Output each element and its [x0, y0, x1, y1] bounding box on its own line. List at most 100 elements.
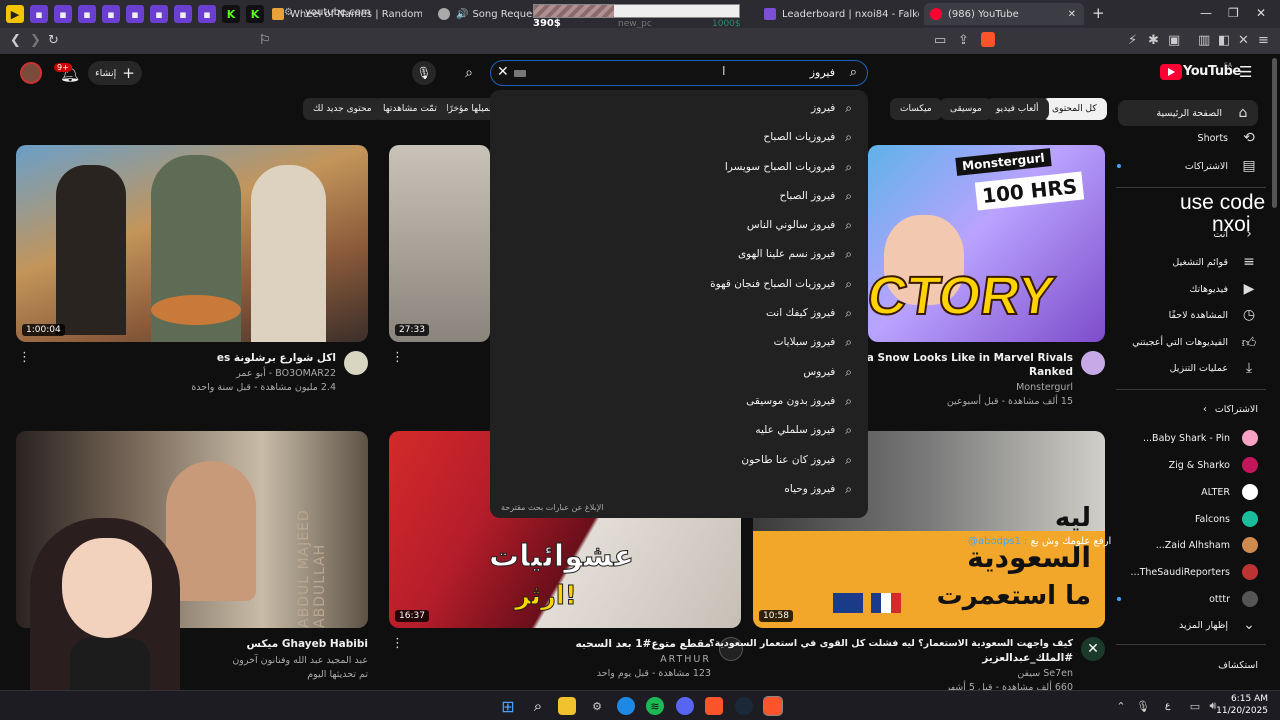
channel-avatar[interactable]	[344, 351, 368, 375]
keyboard-icon[interactable]	[514, 70, 526, 77]
video-title[interactable]: مقطع متوع#1 بعد السحبه	[576, 638, 711, 650]
spotify-icon[interactable]: ≋	[646, 697, 664, 715]
wallet-icon[interactable]: ▣	[1168, 33, 1180, 48]
video-channel[interactable]: عبد المجيد عبد الله وفنانون آخرون	[232, 655, 368, 666]
cast-icon[interactable]: ▭	[934, 33, 946, 48]
search-icon[interactable]: ⌕	[529, 697, 547, 715]
more-options-icon[interactable]: ⋮	[18, 350, 31, 365]
sidebar-item-watch-later[interactable]: ◷ المشاهدة لاحقًا	[1169, 307, 1258, 323]
suggestion-item[interactable]: ⌕ فيروز سلملي عليه	[755, 420, 852, 440]
video-thumbnail[interactable]: Monstergurl 100 HRS CTORY	[868, 145, 1105, 342]
sidebar-channel[interactable]: ALTER ((●))	[1085, 484, 1258, 500]
sidebar-toggle-icon[interactable]: ▥	[1198, 33, 1210, 48]
sidebar-item-your-videos[interactable]: ▶ فيديوهاتك	[1189, 281, 1258, 297]
chip-new-to-you[interactable]: محتوى جديد لك	[303, 98, 382, 120]
clear-search-icon[interactable]: ✕	[497, 64, 509, 80]
video-channel[interactable]: Se7en سيفن	[1017, 668, 1073, 679]
suggestion-item[interactable]: ⌕ فيروزيات الصباح	[763, 127, 852, 147]
pinned-tab-icon[interactable]: ▪	[54, 5, 72, 23]
menu-icon[interactable]: ≡	[1258, 33, 1269, 48]
video-thumbnail[interactable]: 1:00:04	[16, 145, 368, 342]
chip-gaming[interactable]: ألعاب فيديو	[986, 98, 1049, 120]
pinned-tab-icon[interactable]: ▪	[174, 5, 192, 23]
sidebar-subscriptions-heading[interactable]: الاشتراكات ›	[1203, 404, 1258, 415]
video-thumbnail[interactable]: 27:33	[389, 145, 490, 342]
chip-mixes[interactable]: ميكسات	[890, 98, 942, 120]
sidebar-show-more[interactable]: ⌄ إظهار المزيد	[1179, 617, 1258, 633]
minimize-button[interactable]: —	[1200, 6, 1212, 20]
network-icon[interactable]: ▭	[1186, 697, 1204, 715]
report-suggestions-link[interactable]: الإبلاغ عن عبارات بحث مقترحة	[501, 503, 603, 512]
suggestion-item[interactable]: ⌕ فيروز سالوني الناس	[747, 215, 852, 235]
video-channel[interactable]: ARTHUR	[660, 654, 711, 665]
close-window-button[interactable]: ✕	[1256, 6, 1266, 20]
sidebar-item-downloads[interactable]: ⤓ عمليات التنزيل	[1170, 360, 1258, 376]
hamburger-menu-icon[interactable]: ☰	[1239, 63, 1252, 81]
create-button[interactable]: إنشاء +	[88, 61, 142, 85]
sidebar-channel[interactable]: Baby Shark - Pin... ((●))	[1037, 430, 1258, 446]
new-tab-button[interactable]: +	[1092, 4, 1105, 22]
youtube-logo-text[interactable]: YouTube	[1183, 64, 1241, 79]
steam-icon[interactable]	[735, 697, 753, 715]
sidebar-item-home[interactable]: ⌂ الصفحة الرئيسية	[1118, 100, 1258, 126]
suggestion-item[interactable]: ⌕ فيروزيات الصباح فنجان قهوة	[710, 274, 852, 294]
pinned-tab-kick-icon[interactable]: K	[222, 5, 240, 23]
reload-icon[interactable]: ↻	[48, 33, 59, 48]
file-explorer-icon[interactable]	[558, 697, 576, 715]
youtube-logo-icon[interactable]	[1160, 64, 1182, 80]
chip-watched[interactable]: تمّت مشاهدتها	[373, 98, 447, 120]
sidebar-item-subscriptions[interactable]: ▤ الاشتراكات	[1116, 158, 1258, 174]
reading-icon[interactable]: ◧	[1218, 33, 1230, 48]
video-title[interactable]: اكل شوارع برشلونة es	[217, 352, 336, 364]
suggestion-item[interactable]: ⌕ فيروز	[811, 98, 852, 118]
video-channel[interactable]: BO3OMAR22 - أبو عمر	[236, 368, 336, 379]
video-title[interactable]: كيف واجهت السعودية الاستعمار؟ ليه فشلت ك…	[709, 638, 1073, 649]
close-tab-icon[interactable]: ✕	[1068, 9, 1076, 20]
scrollbar-thumb[interactable]	[1272, 58, 1277, 208]
sidebar-item-shorts[interactable]: ⟲ Shorts	[1198, 130, 1258, 146]
pinned-tab-icon[interactable]: ▪	[150, 5, 168, 23]
suggestion-item[interactable]: ⌕ فيروز كيفك انت	[766, 303, 852, 323]
suggestion-item[interactable]: ⌕ فيروس	[803, 362, 852, 382]
suggestion-item[interactable]: ⌕ فيروز وحياه	[784, 479, 852, 499]
video-title[interactable]: #الملك_عبدالعزيز	[982, 652, 1073, 664]
bookmark-icon[interactable]: ⚐	[259, 33, 271, 48]
clock[interactable]: 6:15 AM 11/20/2025	[1216, 693, 1268, 717]
site-info-icon[interactable]: ⚙	[284, 4, 293, 22]
share-icon[interactable]: ⇪	[958, 33, 969, 48]
extension-icon[interactable]: ⚡	[1128, 33, 1137, 48]
chip-all[interactable]: كل المحتوى	[1042, 98, 1107, 120]
url-field[interactable]: ⚙ youtube.com	[280, 4, 1000, 22]
brave-active-icon[interactable]	[763, 696, 783, 716]
suggestion-item[interactable]: ⌕ فيروز نسم علينا الهوى	[738, 244, 852, 264]
suggestion-item[interactable]: ⌕ فيروزيات الصباح سويسرا	[725, 157, 852, 177]
video-title[interactable]: Ranked	[1029, 366, 1073, 378]
suggestion-item[interactable]: ⌕ فيروز بدون موسيقى	[746, 391, 852, 411]
search-button[interactable]: ⌕	[456, 61, 482, 85]
vpn-icon[interactable]: ✕	[1238, 33, 1249, 48]
sidebar-channel[interactable]: otttr	[1117, 591, 1258, 607]
avatar[interactable]	[20, 62, 42, 84]
sidebar-channel[interactable]: Zig & Sharko ((●))	[1053, 457, 1258, 473]
sidebar-channel[interactable]: TheSaudiReporters...	[1131, 564, 1258, 580]
sidebar-item-playlists[interactable]: ≡ قوائم التشغيل	[1172, 254, 1258, 270]
discord-icon[interactable]	[676, 697, 694, 715]
pinned-tab-kick-icon[interactable]: K	[246, 5, 264, 23]
pinned-tab-icon[interactable]: ▪	[198, 5, 216, 23]
mic-icon[interactable]: 🎙︎	[1134, 697, 1152, 715]
puzzle-icon[interactable]: ✱	[1148, 33, 1159, 48]
video-title[interactable]: Ghayeb Habibi ميكس	[246, 638, 368, 650]
back-icon[interactable]: ❮	[10, 33, 21, 48]
chevron-up-icon[interactable]: ⌃	[1112, 697, 1130, 715]
pinned-tab-play-icon[interactable]: ▶	[6, 5, 24, 23]
forward-icon[interactable]: ❯	[30, 33, 41, 48]
suggestion-item[interactable]: ⌕ فيروز سبلايات	[774, 332, 852, 352]
brave-shield-icon[interactable]	[981, 32, 995, 47]
brave-icon[interactable]	[705, 697, 723, 715]
pinned-tab-icon[interactable]: ▪	[78, 5, 96, 23]
pinned-tab-icon[interactable]: ▪	[102, 5, 120, 23]
suggestion-item[interactable]: ⌕ فيروز كان عنا طاحون	[741, 450, 852, 470]
suggestion-item[interactable]: ⌕ فيروز الصباح	[779, 186, 852, 206]
pinned-tab-icon[interactable]: ▪	[126, 5, 144, 23]
search-input[interactable]: ✕ فيروز ⌕	[490, 60, 868, 86]
